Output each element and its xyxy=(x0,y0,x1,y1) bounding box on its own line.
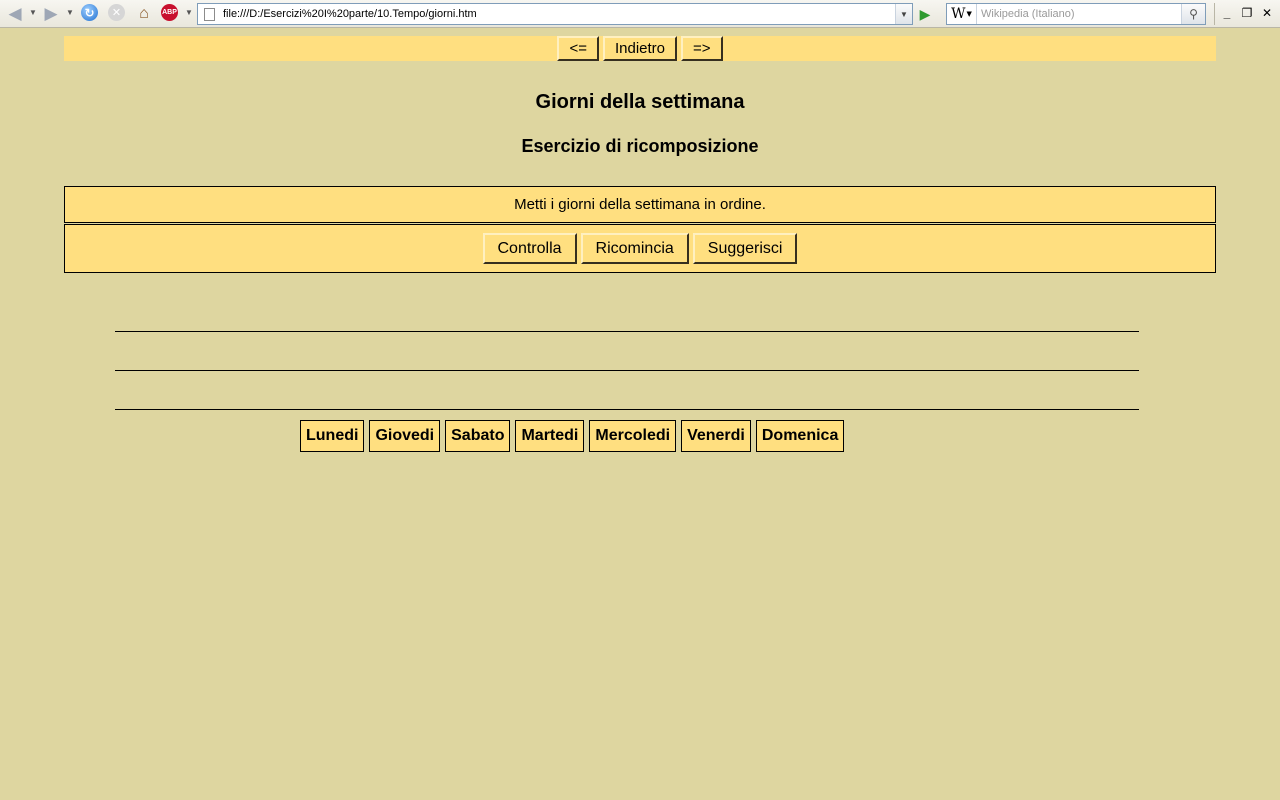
browser-toolbar: ◀ ▼ ▶ ▼ ↻ ✕ ⌂ ABP ▼ file:///D:/Esercizi%… xyxy=(0,0,1280,28)
answer-line-3[interactable] xyxy=(115,409,1139,410)
back-arrow-icon[interactable]: ◀ xyxy=(5,4,25,24)
answer-line-2[interactable] xyxy=(115,370,1139,371)
adblock-label: ABP xyxy=(162,9,177,16)
day-tile[interactable]: Mercoledi xyxy=(589,420,677,452)
address-dropdown-icon[interactable]: ▼ xyxy=(895,4,912,24)
toolbar-separator xyxy=(1214,3,1215,25)
address-text[interactable]: file:///D:/Esercizi%20I%20parte/10.Tempo… xyxy=(223,8,895,20)
close-icon[interactable]: ✕ xyxy=(1258,5,1276,21)
day-tile[interactable]: Venerdi xyxy=(681,420,751,452)
search-bar[interactable]: W ▼ Wikipedia (Italiano) ⚲ xyxy=(946,3,1206,25)
restore-icon[interactable]: ❐ xyxy=(1238,5,1256,21)
actions-panel: Controlla Ricomincia Suggerisci xyxy=(64,224,1216,273)
forward-history-dropdown-icon[interactable]: ▼ xyxy=(66,8,74,17)
search-engine-letter: W xyxy=(951,6,966,22)
previous-page-button[interactable]: <= xyxy=(557,36,599,61)
forward-arrow-icon[interactable]: ▶ xyxy=(41,4,61,24)
page-icon xyxy=(204,7,215,21)
search-engine-icon[interactable]: W ▼ xyxy=(947,4,977,24)
day-tile[interactable]: Martedi xyxy=(515,420,585,452)
day-tile[interactable]: Lunedi xyxy=(300,420,365,452)
stop-icon[interactable]: ✕ xyxy=(108,4,125,21)
instructions-panel: Metti i giorni della settimana in ordine… xyxy=(64,186,1216,223)
back-history-dropdown-icon[interactable]: ▼ xyxy=(29,8,37,17)
day-tile[interactable]: Giovedi xyxy=(369,420,441,452)
page-subtitle: Esercizio di ricomposizione xyxy=(521,136,759,156)
go-arrow-icon[interactable]: ▶ xyxy=(915,4,935,24)
magnifier-icon[interactable]: ⚲ xyxy=(1181,4,1205,24)
reload-icon[interactable]: ↻ xyxy=(81,4,98,21)
minimize-icon[interactable]: _ xyxy=(1218,5,1236,21)
hint-button[interactable]: Suggerisci xyxy=(692,233,798,264)
adblock-dropdown-icon[interactable]: ▼ xyxy=(185,8,193,17)
day-tile[interactable]: Domenica xyxy=(755,420,845,452)
adblock-plus-icon[interactable]: ABP xyxy=(161,4,178,21)
address-bar[interactable]: file:///D:/Esercizi%20I%20parte/10.Tempo… xyxy=(197,3,913,25)
page-title: Giorni della settimana xyxy=(535,91,745,113)
instructions-text: Metti i giorni della settimana in ordine… xyxy=(514,196,766,213)
search-engine-dropdown-icon: ▼ xyxy=(966,10,972,18)
restart-button[interactable]: Ricomincia xyxy=(580,233,689,264)
day-tiles: Lunedi Giovedi Sabato Martedi Mercoledi … xyxy=(300,420,845,452)
answer-line-1[interactable] xyxy=(115,331,1139,332)
search-input[interactable]: Wikipedia (Italiano) xyxy=(981,8,1181,20)
back-button[interactable]: Indietro xyxy=(602,36,678,61)
navigation-strip: <= Indietro => xyxy=(64,36,1216,61)
check-button[interactable]: Controlla xyxy=(482,233,577,264)
home-icon[interactable]: ⌂ xyxy=(134,4,154,24)
day-tile[interactable]: Sabato xyxy=(445,420,511,452)
next-page-button[interactable]: => xyxy=(681,36,723,61)
